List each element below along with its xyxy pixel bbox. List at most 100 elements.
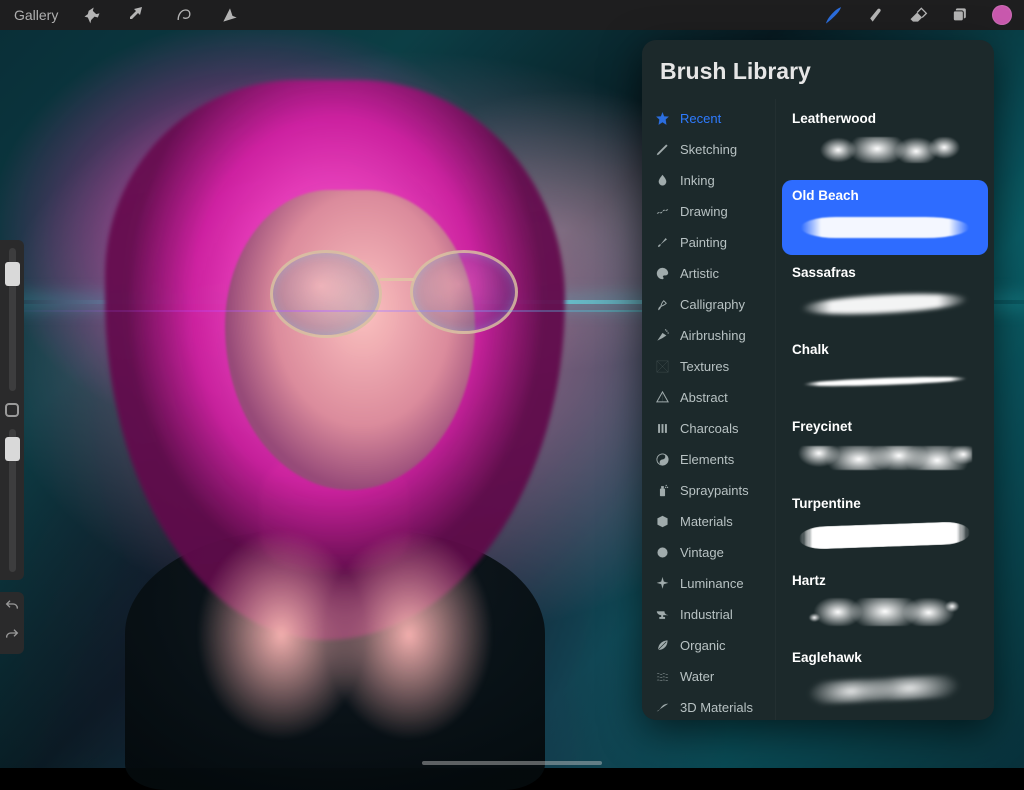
brush-category-abstract[interactable]: Abstract: [642, 382, 775, 413]
brush-name: Freycinet: [792, 419, 978, 434]
badge-icon: [654, 545, 670, 561]
brush-category-elements[interactable]: Elements: [642, 444, 775, 475]
brush-leatherwood[interactable]: Leatherwood: [782, 103, 988, 178]
droplet-icon: [654, 173, 670, 189]
actions-icon[interactable]: [80, 3, 104, 27]
brush-stroke-preview: [792, 667, 978, 711]
brush-category-label: Charcoals: [680, 421, 739, 436]
airbrush-icon: [654, 328, 670, 344]
brush-sassafras[interactable]: Sassafras: [782, 257, 988, 332]
brush-category-organic[interactable]: Organic: [642, 630, 775, 661]
brush-stroke-preview: [792, 282, 978, 326]
brush-name: Leatherwood: [792, 111, 978, 126]
brush-category-label: Water: [680, 669, 714, 684]
squiggle-icon: [654, 204, 670, 220]
brush-name: Hartz: [792, 573, 978, 588]
smudge-tool-icon[interactable]: [864, 3, 888, 27]
brush-category-drawing[interactable]: Drawing: [642, 196, 775, 227]
undo-redo-group: [0, 592, 24, 654]
brush-category-label: Recent: [680, 111, 721, 126]
brush-category-vintage[interactable]: Vintage: [642, 537, 775, 568]
pencil-icon: [654, 142, 670, 158]
brush-category-label: Sketching: [680, 142, 737, 157]
brush-category-label: Organic: [680, 638, 726, 653]
redo-button[interactable]: [4, 627, 20, 648]
brush-stroke-preview: [792, 513, 978, 557]
color-swatch[interactable]: [990, 3, 1014, 27]
charcoal-icon: [654, 421, 670, 437]
brush-freycinet[interactable]: Freycinet: [782, 411, 988, 486]
gallery-button[interactable]: Gallery: [14, 3, 58, 27]
brush-category-label: Vintage: [680, 545, 724, 560]
top-toolbar: Gallery: [0, 0, 1024, 30]
brush-category-inking[interactable]: Inking: [642, 165, 775, 196]
brush-category-label: Spraypaints: [680, 483, 749, 498]
brush-category-label: Inking: [680, 173, 715, 188]
brush-hartz[interactable]: Hartz: [782, 565, 988, 640]
brush-stroke-preview: [792, 128, 978, 172]
spray-icon: [654, 483, 670, 499]
curve-icon: [654, 700, 670, 716]
brush-category-luminance[interactable]: Luminance: [642, 568, 775, 599]
eraser-tool-icon[interactable]: [906, 3, 930, 27]
selection-icon[interactable]: [172, 3, 196, 27]
sparkle-icon: [654, 576, 670, 592]
modify-button[interactable]: [5, 403, 19, 417]
brush-category-label: Artistic: [680, 266, 719, 281]
brush-category-artistic[interactable]: Artistic: [642, 258, 775, 289]
cube-icon: [654, 514, 670, 530]
anvil-icon: [654, 607, 670, 623]
brush-category-list: Recent Sketching Inking Drawing Painting Arti…: [642, 99, 776, 720]
star-icon: [654, 111, 670, 127]
brush-category-industrial[interactable]: Industrial: [642, 599, 775, 630]
side-sliders: [0, 240, 24, 580]
brush-category-label: Drawing: [680, 204, 728, 219]
brush-stroke-preview: [792, 359, 978, 403]
brush-opacity-slider[interactable]: [9, 429, 16, 572]
brush-category-charcoals[interactable]: Charcoals: [642, 413, 775, 444]
brush-category-airbrushing[interactable]: Airbrushing: [642, 320, 775, 351]
brush-category-sketching[interactable]: Sketching: [642, 134, 775, 165]
brush-name: Eaglehawk: [792, 650, 978, 665]
abstract-icon: [654, 390, 670, 406]
adjustments-icon[interactable]: [126, 3, 150, 27]
palette-icon: [654, 266, 670, 282]
brush-category-label: Abstract: [680, 390, 728, 405]
brush-list: Leatherwood Old Beach Sassafras Chalk Freyci…: [776, 99, 994, 720]
brush-stroke-preview: [792, 205, 978, 249]
brush-category-calligraphy[interactable]: Calligraphy: [642, 289, 775, 320]
brush-category-label: Textures: [680, 359, 729, 374]
brush-stroke-preview: [792, 436, 978, 480]
brush-category-textures[interactable]: Textures: [642, 351, 775, 382]
brush-tool-icon[interactable]: [822, 3, 846, 27]
brush-icon: [654, 235, 670, 251]
brush-category-water[interactable]: Water: [642, 661, 775, 692]
brush-category-label: Painting: [680, 235, 727, 250]
undo-button[interactable]: [4, 598, 20, 619]
yinyang-icon: [654, 452, 670, 468]
brush-size-slider[interactable]: [9, 248, 16, 391]
layers-icon[interactable]: [948, 3, 972, 27]
brush-category-3d-materials[interactable]: 3D Materials: [642, 692, 775, 720]
brush-chalk[interactable]: Chalk: [782, 334, 988, 409]
brush-category-spraypaints[interactable]: Spraypaints: [642, 475, 775, 506]
brush-old-beach[interactable]: Old Beach: [782, 180, 988, 255]
brush-name: Old Beach: [792, 188, 978, 203]
brush-category-label: Elements: [680, 452, 734, 467]
brush-category-label: Luminance: [680, 576, 744, 591]
brush-category-recent[interactable]: Recent: [642, 103, 775, 134]
brush-category-label: Airbrushing: [680, 328, 746, 343]
brush-eaglehawk[interactable]: Eaglehawk: [782, 642, 988, 717]
waves-icon: [654, 669, 670, 685]
brush-category-painting[interactable]: Painting: [642, 227, 775, 258]
brush-category-label: Industrial: [680, 607, 733, 622]
brush-name: Turpentine: [792, 496, 978, 511]
brush-library-title: Brush Library: [642, 40, 994, 99]
brush-category-label: 3D Materials: [680, 700, 753, 715]
brush-library-popover: Brush Library Recent Sketching Inking Drawi…: [642, 40, 994, 720]
brush-turpentine[interactable]: Turpentine: [782, 488, 988, 563]
brush-name: Chalk: [792, 342, 978, 357]
brush-category-materials[interactable]: Materials: [642, 506, 775, 537]
brush-category-label: Calligraphy: [680, 297, 745, 312]
transform-icon[interactable]: [218, 3, 242, 27]
